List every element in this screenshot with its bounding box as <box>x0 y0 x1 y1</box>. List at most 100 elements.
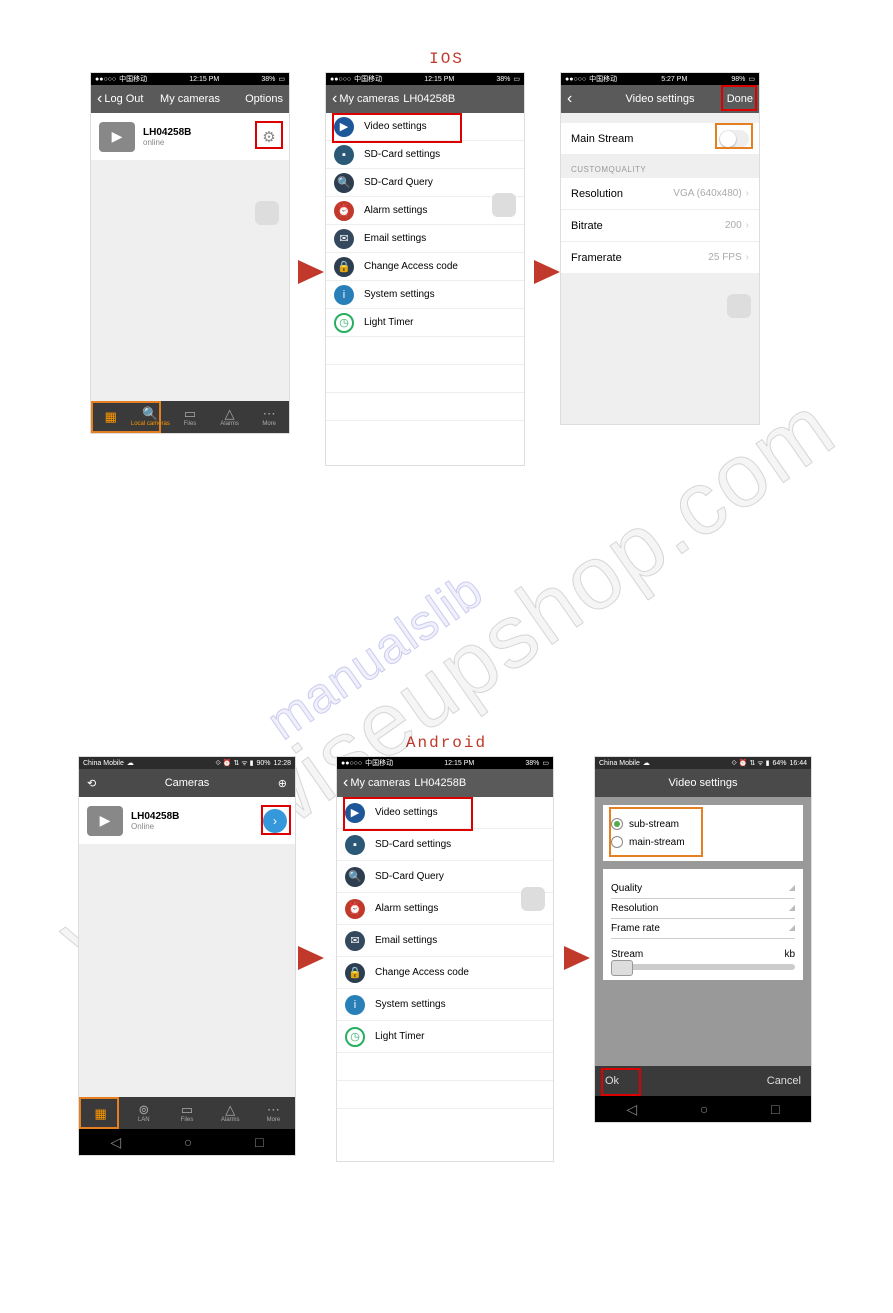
empty-row <box>326 365 524 393</box>
options-button[interactable]: Options <box>245 93 283 105</box>
status-bar: ●●○○○中国移动 5:27 PM 98%▭ <box>561 73 759 85</box>
tab-alarms[interactable]: △Alarms <box>210 401 250 433</box>
arrow-icon <box>564 946 590 970</box>
tab-more[interactable]: ⋯More <box>249 401 289 433</box>
row-sdcard-settings[interactable]: ▪SD-Card settings <box>337 829 553 861</box>
row-change-access[interactable]: 🔒Change Access code <box>337 957 553 989</box>
nav-home-icon[interactable]: ○ <box>700 1101 708 1117</box>
row-email-settings[interactable]: ✉Email settings <box>326 225 524 253</box>
assistive-touch-icon[interactable] <box>255 201 279 225</box>
row-email-settings[interactable]: ✉Email settings <box>337 925 553 957</box>
main-stream-toggle[interactable] <box>719 130 749 148</box>
section-title-android: Android <box>0 734 893 752</box>
tab-local[interactable]: 🔍Local cameras <box>131 401 171 433</box>
sdcard-icon: ▪ <box>345 835 365 855</box>
row-light-timer[interactable]: ◷Light Timer <box>337 1021 553 1053</box>
quality-field[interactable]: Quality◢ <box>611 879 795 899</box>
tab-files[interactable]: ▭Files <box>165 1097 208 1129</box>
lock-icon: 🔒 <box>345 963 365 983</box>
dropdown-icon: ◢ <box>789 903 795 914</box>
tab-cameras[interactable]: ▦ <box>79 1097 122 1129</box>
lock-icon: 🔒 <box>334 257 354 277</box>
row-system-settings[interactable]: iSystem settings <box>337 989 553 1021</box>
video-settings-body: sub-stream main-stream Quality◢ Resoluti… <box>595 797 811 1066</box>
android-screen-2: ●●○○○中国移动 12:15 PM 38%▭ ‹My cameras LH04… <box>336 756 554 1162</box>
ios-screen-2: ●●○○○中国移动 12:15 PM 38%▭ ‹My cameras LH04… <box>325 72 525 466</box>
cancel-button[interactable]: Cancel <box>767 1075 801 1087</box>
footer-bar: Ok Cancel <box>595 1066 811 1096</box>
email-icon: ✉ <box>345 931 365 951</box>
status-bar: ●●○○○中国移动 12:15 PM 38%▭ <box>326 73 524 85</box>
done-button[interactable]: Done <box>727 93 753 105</box>
row-light-timer[interactable]: ◷Light Timer <box>326 309 524 337</box>
arrow-button[interactable]: › <box>263 809 287 833</box>
back-button[interactable]: ‹My cameras <box>332 93 399 105</box>
search-icon: 🔍 <box>345 867 365 887</box>
tab-lan[interactable]: ⊚LAN <box>122 1097 165 1129</box>
video-settings-body: Main Stream CUSTOMQUALITY Resolution VGA… <box>561 113 759 424</box>
main-stream-row[interactable]: Main Stream <box>561 123 759 155</box>
row-video-settings[interactable]: ▶Video settings <box>326 113 524 141</box>
bitrate-row[interactable]: Bitrate 200› <box>561 210 759 242</box>
radio-sub-stream[interactable]: sub-stream <box>611 815 795 833</box>
search-icon: 🔍 <box>142 407 158 420</box>
resolution-row[interactable]: Resolution VGA (640x480)› <box>561 178 759 210</box>
camera-thumb-icon: ▶ <box>99 122 135 152</box>
back-button[interactable]: ‹My cameras <box>343 777 410 789</box>
custom-quality-header: CUSTOMQUALITY <box>561 155 759 178</box>
alarm-icon: ⏰ <box>334 201 354 221</box>
resolution-field[interactable]: Resolution◢ <box>611 899 795 919</box>
camera-row[interactable]: ▶ LH04258B Online › <box>79 797 295 845</box>
sdcard-icon: ▪ <box>334 145 354 165</box>
more-icon: ⋯ <box>267 1103 280 1116</box>
row-sdcard-query[interactable]: 🔍SD-Card Query <box>337 861 553 893</box>
camera-thumb-icon: ▶ <box>87 806 123 836</box>
bell-icon: △ <box>225 1103 235 1116</box>
nav-back-icon[interactable]: ◁ <box>626 1101 637 1118</box>
empty-row <box>337 1109 553 1161</box>
watermark-sub: manualslib <box>256 561 493 751</box>
bell-icon: △ <box>225 407 235 420</box>
android-nav-bar: ◁ ○ □ <box>595 1096 811 1122</box>
chevron-right-icon: › <box>746 252 749 263</box>
framerate-field[interactable]: Frame rate◢ <box>611 919 795 939</box>
tab-files[interactable]: ▭Files <box>170 401 210 433</box>
assistive-touch-icon[interactable] <box>727 294 751 318</box>
camera-name: LH04258B <box>131 811 263 822</box>
row-sdcard-settings[interactable]: ▪SD-Card settings <box>326 141 524 169</box>
tab-alarms[interactable]: △Alarms <box>209 1097 252 1129</box>
row-change-access[interactable]: 🔒Change Access code <box>326 253 524 281</box>
nav-recent-icon[interactable]: □ <box>771 1101 779 1117</box>
ok-button[interactable]: Ok <box>605 1075 619 1087</box>
stream-unit: kb <box>784 949 795 960</box>
tab-bar: ▦ ⊚LAN ▭Files △Alarms ⋯More <box>79 1097 295 1129</box>
camera-row[interactable]: ▶ LH04258B online ⚙ <box>91 113 289 161</box>
stream-label: Stream <box>611 949 643 960</box>
tab-more[interactable]: ⋯More <box>252 1097 295 1129</box>
row-video-settings[interactable]: ▶Video settings <box>337 797 553 829</box>
android-screen-3: China Mobile☁ ⟐ ⏰ ⇅ ᯤ ▮64%16:44 Video se… <box>594 756 812 1123</box>
nav-recent-icon[interactable]: □ <box>255 1134 263 1150</box>
nav-back-icon[interactable]: ◁ <box>110 1134 121 1151</box>
row-system-settings[interactable]: iSystem settings <box>326 281 524 309</box>
empty-area <box>79 845 295 1097</box>
nav-bar: ‹Log Out My cameras Options <box>91 85 289 113</box>
camera-status: online <box>143 138 257 147</box>
dropdown-icon: ◢ <box>789 883 795 894</box>
quality-card: Quality◢ Resolution◢ Frame rate◢ Stream … <box>603 869 803 980</box>
gear-icon: ⚙ <box>262 128 275 146</box>
framerate-row[interactable]: Framerate 25 FPS› <box>561 242 759 274</box>
tab-cameras[interactable]: ▦ <box>91 401 131 433</box>
camera-icon: ▦ <box>105 410 117 423</box>
assistive-touch-icon[interactable] <box>492 193 516 217</box>
stream-slider[interactable] <box>611 964 795 970</box>
gear-button[interactable]: ⚙ <box>257 125 281 149</box>
status-time: 12:15 PM <box>189 76 219 83</box>
android-row: China Mobile☁ ⟐ ⏰ ⇅ ᯤ ▮90%12:28 ⟲ Camera… <box>0 756 893 1162</box>
arrow-icon <box>298 260 324 284</box>
nav-title: LH04258B <box>403 93 455 105</box>
assistive-touch-icon[interactable] <box>521 887 545 911</box>
radio-main-stream[interactable]: main-stream <box>611 833 795 851</box>
nav-home-icon[interactable]: ○ <box>184 1134 192 1150</box>
arrow-icon <box>534 260 560 284</box>
